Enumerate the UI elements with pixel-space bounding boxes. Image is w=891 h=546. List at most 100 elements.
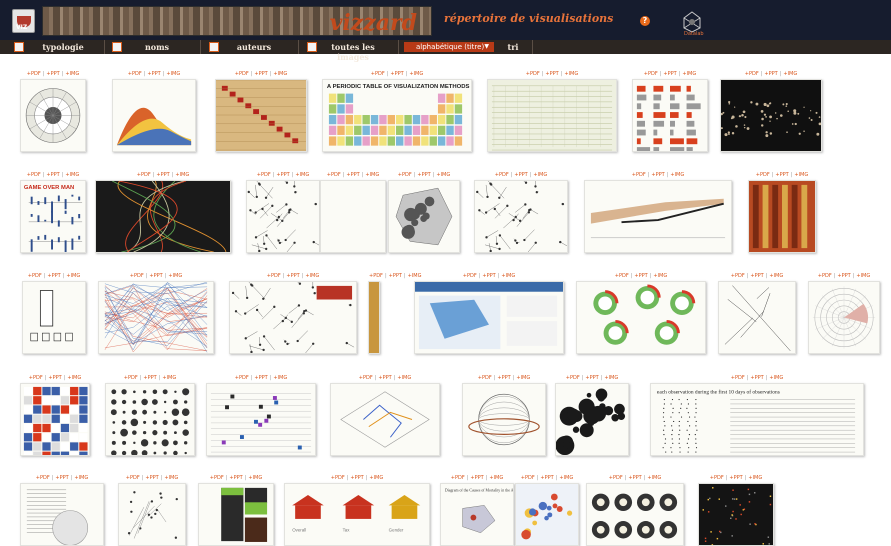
ppt-link[interactable]: +PPT xyxy=(469,475,484,481)
auteurs-checkbox[interactable] xyxy=(209,42,219,52)
gallery-card[interactable]: +PDF|+PPT|+IMG xyxy=(515,474,579,546)
visualization-thumbnail[interactable] xyxy=(98,281,214,354)
ppt-link[interactable]: +PPT xyxy=(728,475,743,481)
img-link[interactable]: +IMG xyxy=(558,475,574,481)
gallery-card[interactable]: +PDF|+PPT|+IMG xyxy=(215,70,307,152)
pdf-link[interactable]: +PDF xyxy=(326,172,342,178)
img-link[interactable]: +IMG xyxy=(782,71,798,77)
gallery-card[interactable]: +PDF|+PPT|+IMG xyxy=(330,374,440,456)
pdf-link[interactable]: +PDF xyxy=(525,71,541,77)
ppt-link[interactable]: +PPT xyxy=(275,172,290,178)
ppt-link[interactable]: +PPT xyxy=(253,71,268,77)
sort-select[interactable]: alphabétique (titre) ▼ xyxy=(404,42,494,52)
ppt-link[interactable]: +PPT xyxy=(146,71,161,77)
img-link[interactable]: +IMG xyxy=(855,273,871,279)
gallery-card[interactable]: +PDF|+PPT|+IMG xyxy=(718,272,796,354)
img-link[interactable]: +IMG xyxy=(488,475,504,481)
img-link[interactable]: +IMG xyxy=(165,71,181,77)
visualization-thumbnail[interactable] xyxy=(320,180,386,253)
gallery-card[interactable]: +PDF|+PPT|+IMG xyxy=(20,70,86,152)
visualization-thumbnail[interactable] xyxy=(388,180,460,253)
img-link[interactable]: +IMG xyxy=(669,172,685,178)
ppt-link[interactable]: +PPT xyxy=(47,375,62,381)
gallery-card[interactable]: +PDF|+PPT|+IMG xyxy=(229,272,357,354)
visualization-thumbnail[interactable] xyxy=(206,383,316,456)
img-link[interactable]: +IMG xyxy=(500,273,516,279)
pdf-link[interactable]: +PDF xyxy=(35,475,51,481)
pdf-link[interactable]: +PDF xyxy=(450,475,466,481)
gallery-card[interactable]: +PDF|+PPT|+IMGOverallTaxGender xyxy=(284,474,430,546)
pdf-link[interactable]: +PDF xyxy=(608,475,624,481)
gallery-card[interactable]: +PDF|+PPT|+IMG xyxy=(98,272,214,354)
visualization-thumbnail[interactable] xyxy=(718,281,796,354)
pdf-link[interactable]: +PDF xyxy=(614,273,630,279)
visualization-thumbnail[interactable] xyxy=(808,281,880,354)
ppt-link[interactable]: +PPT xyxy=(148,273,163,279)
img-link[interactable]: +IMG xyxy=(272,375,288,381)
pdf-link[interactable]: +PDF xyxy=(234,71,250,77)
auteurs-label[interactable]: auteurs xyxy=(222,42,286,52)
pdf-link[interactable]: +PDF xyxy=(817,273,833,279)
typologie-checkbox[interactable] xyxy=(14,42,24,52)
img-link[interactable]: +IMG xyxy=(408,71,424,77)
visualization-thumbnail[interactable]: OverallTaxGender xyxy=(284,483,430,546)
img-link[interactable]: +IMG xyxy=(368,475,384,481)
pdf-link[interactable]: +PDF xyxy=(28,375,44,381)
gallery-card[interactable]: +PDF|+PPT|+IMG xyxy=(720,70,822,152)
visualization-thumbnail[interactable] xyxy=(246,180,320,253)
pdf-link[interactable]: +PDF xyxy=(730,273,746,279)
gallery-card[interactable]: +PDF|+PPT|+IMG xyxy=(246,171,320,253)
gallery-card[interactable]: +PDF|+PPT|+IMG xyxy=(808,272,880,354)
img-link[interactable]: +IMG xyxy=(603,375,619,381)
visualization-thumbnail[interactable]: A PERIODIC TABLE OF VISUALIZATION METHOD… xyxy=(322,79,472,152)
gallery-card[interactable]: +PDF|+PPT|+IMG xyxy=(105,374,195,456)
ppt-link[interactable]: +PPT xyxy=(377,375,392,381)
gallery-card[interactable]: +PDF|+PPT|+IMGeach observation during th… xyxy=(650,374,864,456)
img-link[interactable]: +IMG xyxy=(435,172,451,178)
pdf-link[interactable]: +PDF xyxy=(368,273,384,279)
pdf-link[interactable]: +PDF xyxy=(266,273,282,279)
gallery-card[interactable]: +PDF|+PPT|+IMG xyxy=(95,171,231,253)
img-link[interactable]: +IMG xyxy=(64,172,80,178)
img-link[interactable]: +IMG xyxy=(73,475,89,481)
noms-checkbox[interactable] xyxy=(112,42,122,52)
pdf-link[interactable]: +PDF xyxy=(26,71,42,77)
ppt-link[interactable]: +PPT xyxy=(544,71,559,77)
ppt-link[interactable]: +PPT xyxy=(388,273,403,279)
noms-label[interactable]: noms xyxy=(126,42,188,52)
gallery-card[interactable]: +PDF|+PPT|+IMG xyxy=(576,272,706,354)
gallery-card[interactable]: +PDF|+PPT|+IMG xyxy=(22,272,86,354)
img-link[interactable]: +IMG xyxy=(768,273,784,279)
visualization-thumbnail[interactable] xyxy=(474,180,568,253)
typologie-label[interactable]: typologie xyxy=(28,42,98,52)
pdf-link[interactable]: +PDF xyxy=(709,475,725,481)
pdf-link[interactable]: +PDF xyxy=(125,475,141,481)
img-link[interactable]: +IMG xyxy=(396,375,412,381)
ppt-link[interactable]: +PPT xyxy=(496,375,511,381)
ppt-link[interactable]: +PPT xyxy=(749,375,764,381)
img-link[interactable]: +IMG xyxy=(652,273,668,279)
visualization-thumbnail[interactable] xyxy=(215,79,307,152)
pdf-link[interactable]: +PDF xyxy=(136,172,152,178)
pdf-link[interactable]: +PDF xyxy=(462,273,478,279)
visualization-thumbnail[interactable] xyxy=(105,383,195,456)
ppt-link[interactable]: +PPT xyxy=(389,71,404,77)
pdf-link[interactable]: +PDF xyxy=(358,375,374,381)
pdf-link[interactable]: +PDF xyxy=(370,71,386,77)
sort-button[interactable]: tri xyxy=(496,42,530,52)
visualization-thumbnail[interactable]: GAME OVER MAN xyxy=(20,180,86,253)
ppt-link[interactable]: +PPT xyxy=(749,273,764,279)
ppt-link[interactable]: +PPT xyxy=(46,273,61,279)
gallery-card[interactable]: +PDF|+PPT|+IMG xyxy=(112,70,196,152)
img-link[interactable]: +IMG xyxy=(563,71,579,77)
gallery-card[interactable]: +PDF|+PPT|+IMG xyxy=(414,272,564,354)
visualization-thumbnail[interactable] xyxy=(576,281,706,354)
gallery-card[interactable]: +PDF|+PPT|+IMG xyxy=(555,374,629,456)
visualization-thumbnail[interactable] xyxy=(118,483,186,546)
gallery-card[interactable]: +PDF|+PPT|+IMG xyxy=(388,171,460,253)
ppt-link[interactable]: +PPT xyxy=(155,172,170,178)
pdf-link[interactable]: +PDF xyxy=(520,475,536,481)
ppt-link[interactable]: +PPT xyxy=(584,375,599,381)
visualization-thumbnail[interactable] xyxy=(586,483,684,546)
img-link[interactable]: +IMG xyxy=(65,273,81,279)
